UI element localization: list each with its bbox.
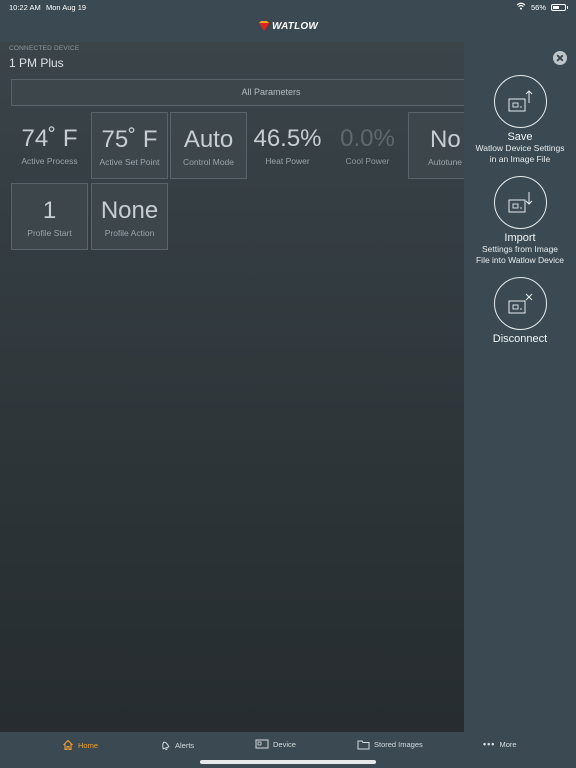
tab-alerts[interactable]: Alerts (159, 739, 194, 751)
tab-bar: Home Alerts Device Stored Images ••• Mor… (0, 732, 576, 768)
close-panel-button[interactable] (553, 51, 567, 65)
watlow-logo-icon (259, 21, 269, 31)
import-button[interactable]: Import Settings from Image File into Wat… (464, 176, 576, 265)
bell-icon (162, 741, 170, 750)
tile-value: 1 (42, 197, 57, 224)
tile-label: Cool Power (345, 156, 390, 166)
save-title: Save (507, 131, 533, 143)
tile-active-set-point[interactable]: 75˚ F Active Set Point (91, 112, 168, 179)
status-bar: 10:22 AM Mon Aug 19 56% (0, 0, 576, 16)
save-description-line1: Watlow Device Settings (475, 143, 565, 153)
tile-value: 46.5% (253, 125, 322, 152)
home-icon (63, 739, 73, 751)
import-title: Import (504, 232, 536, 244)
tab-label: Home (78, 740, 99, 750)
tab-label: Device (273, 739, 296, 749)
tab-device[interactable]: Device (255, 739, 296, 749)
tab-label: Alerts (175, 740, 195, 750)
home-indicator[interactable] (200, 760, 376, 764)
tile-label: Profile Start (27, 228, 72, 238)
battery-fill (553, 5, 560, 9)
tile-value: Auto (183, 126, 234, 153)
tile-value: 74˚ F (21, 125, 78, 152)
tile-label: Control Mode (182, 157, 235, 167)
tile-profile-action[interactable]: None Profile Action (91, 183, 168, 250)
tile-active-process[interactable]: 74˚ F Active Process (11, 112, 88, 179)
wifi-icon (516, 2, 526, 12)
ellipsis-icon: ••• (483, 739, 496, 749)
tile-label: Heat Power (265, 156, 310, 166)
battery-percent: 56% (530, 2, 546, 12)
tile-label: Active Process (21, 156, 78, 166)
tile-cool-power[interactable]: 0.0% Cool Power (329, 112, 406, 179)
tile-label: Active Set Point (99, 157, 160, 167)
tile-label: Profile Action (104, 228, 155, 238)
save-description-line2: in an Image File (489, 153, 551, 164)
connected-device-label: CONNECTED DEVICE (9, 45, 80, 52)
folder-icon (357, 740, 370, 750)
tab-label: Stored Images (374, 740, 423, 749)
tile-label: Autotune (428, 157, 463, 167)
save-button[interactable]: Save Watlow Device Settings in an Image … (464, 75, 576, 164)
tile-heat-power[interactable]: 46.5% Heat Power (249, 112, 326, 179)
app-header: WATLOW (0, 16, 576, 42)
device-name: 1 PM Plus (9, 56, 64, 70)
import-description-line1: Settings from Image (481, 244, 559, 254)
tile-value: No (430, 126, 461, 153)
logo-text: WATLOW (272, 20, 318, 32)
tile-profile-start[interactable]: 1 Profile Start (11, 183, 88, 250)
disconnect-button[interactable]: Disconnect (464, 277, 576, 345)
tab-more[interactable]: ••• More (483, 739, 517, 749)
import-icon (493, 176, 547, 229)
tab-home[interactable]: Home (62, 739, 98, 751)
device-icon (255, 739, 269, 749)
disconnect-title: Disconnect (492, 333, 548, 345)
tab-label: More (499, 739, 517, 749)
battery-icon (551, 3, 568, 11)
tile-value: 0.0% (340, 125, 395, 152)
status-indicators: 56% (516, 2, 568, 12)
disconnect-icon (493, 277, 547, 330)
import-description-line2: File into Watlow Device (475, 254, 565, 265)
tile-value: 75˚ F (101, 126, 158, 153)
save-icon (493, 75, 547, 128)
tile-autotune[interactable]: No Autotune (408, 112, 464, 179)
tile-value: None (100, 197, 159, 224)
tab-stored-images[interactable]: Stored Images (357, 739, 423, 750)
tile-control-mode[interactable]: Auto Control Mode (170, 112, 247, 179)
device-actions-panel: Save Watlow Device Settings in an Image … (464, 42, 576, 732)
status-time: 10:22 AM (9, 3, 41, 12)
all-parameters-button[interactable]: All Parameters (11, 79, 531, 106)
watlow-logo: WATLOW (258, 20, 318, 32)
status-date: Mon Aug 19 (46, 3, 87, 12)
